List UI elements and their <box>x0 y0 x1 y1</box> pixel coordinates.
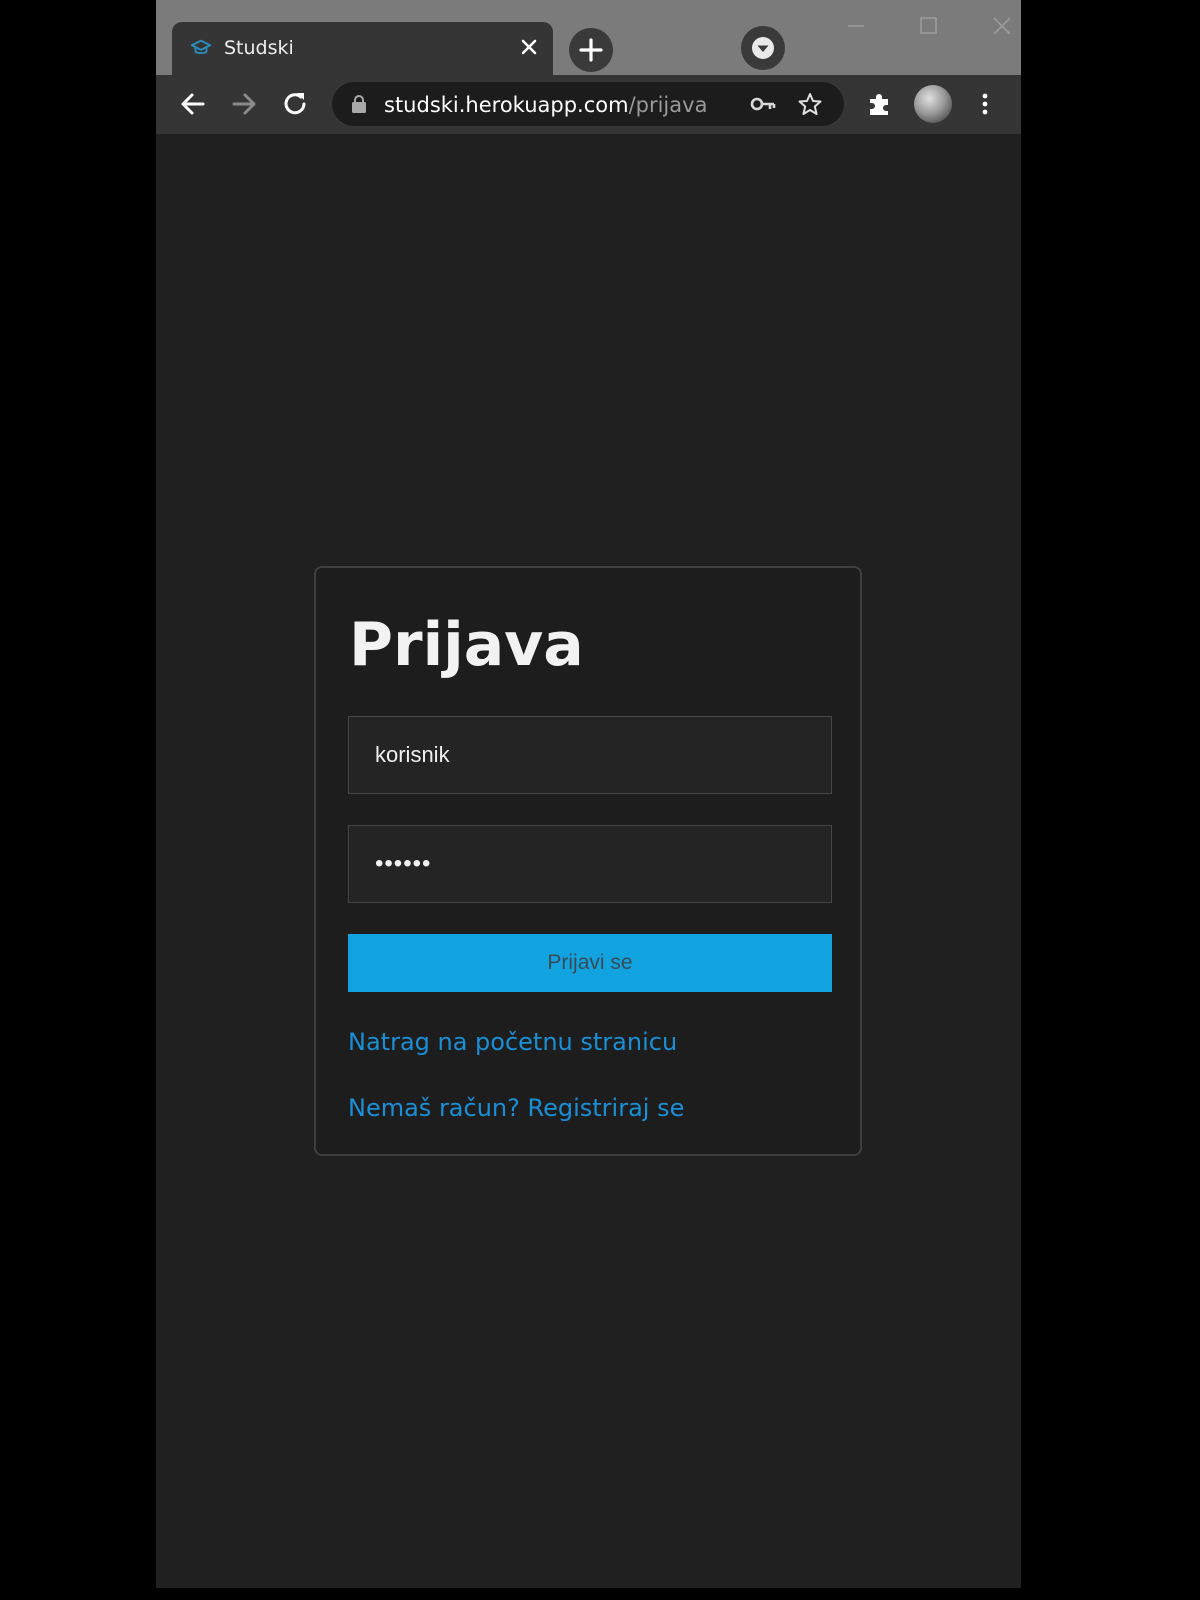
browser-toolbar: studski.herokuapp.com/prijava <box>156 75 1021 134</box>
avatar[interactable] <box>914 85 952 123</box>
back-arrow-icon[interactable] <box>174 85 212 123</box>
tab-title: Studski <box>224 37 294 59</box>
browser-window: Studski studski.herokuapp.com/prijava Pr… <box>156 0 1021 1588</box>
chevron-down-icon <box>752 37 774 59</box>
plus-icon <box>579 38 603 62</box>
page-title: Prijava <box>349 610 584 680</box>
reload-icon[interactable] <box>276 85 314 123</box>
new-tab-button[interactable] <box>569 28 613 72</box>
star-icon[interactable] <box>797 91 823 117</box>
login-card: Prijava korisnik •••••• Prijavi se Natra… <box>314 566 862 1156</box>
url-text[interactable]: studski.herokuapp.com/prijava <box>384 93 707 117</box>
graduation-cap-icon <box>190 39 212 54</box>
back-home-link[interactable]: Natrag na početnu stranicu <box>348 1028 677 1056</box>
tab-strip: Studski <box>156 0 1021 75</box>
lock-icon[interactable] <box>350 94 368 114</box>
url-path: /prijava <box>628 93 708 117</box>
tab-studski[interactable]: Studski <box>172 22 553 75</box>
page-content: Prijava korisnik •••••• Prijavi se Natra… <box>156 134 1021 1588</box>
url-host: studski.herokuapp.com <box>384 93 629 117</box>
extensions-puzzle-icon[interactable] <box>861 85 899 123</box>
address-bar[interactable]: studski.herokuapp.com/prijava <box>332 82 844 126</box>
close-icon[interactable] <box>517 35 541 59</box>
window-close-icon[interactable] <box>982 8 1021 44</box>
key-icon[interactable] <box>750 93 776 115</box>
maximize-icon[interactable] <box>908 8 948 44</box>
tab-search-button[interactable] <box>741 26 785 70</box>
password-input[interactable]: •••••• <box>348 825 832 903</box>
minimize-icon[interactable] <box>836 8 876 44</box>
forward-arrow-icon[interactable] <box>225 85 263 123</box>
register-link[interactable]: Nemaš račun? Registriraj se <box>348 1094 684 1122</box>
kebab-menu-icon[interactable] <box>966 85 1004 123</box>
login-button[interactable]: Prijavi se <box>348 934 832 992</box>
username-input[interactable]: korisnik <box>348 716 832 794</box>
